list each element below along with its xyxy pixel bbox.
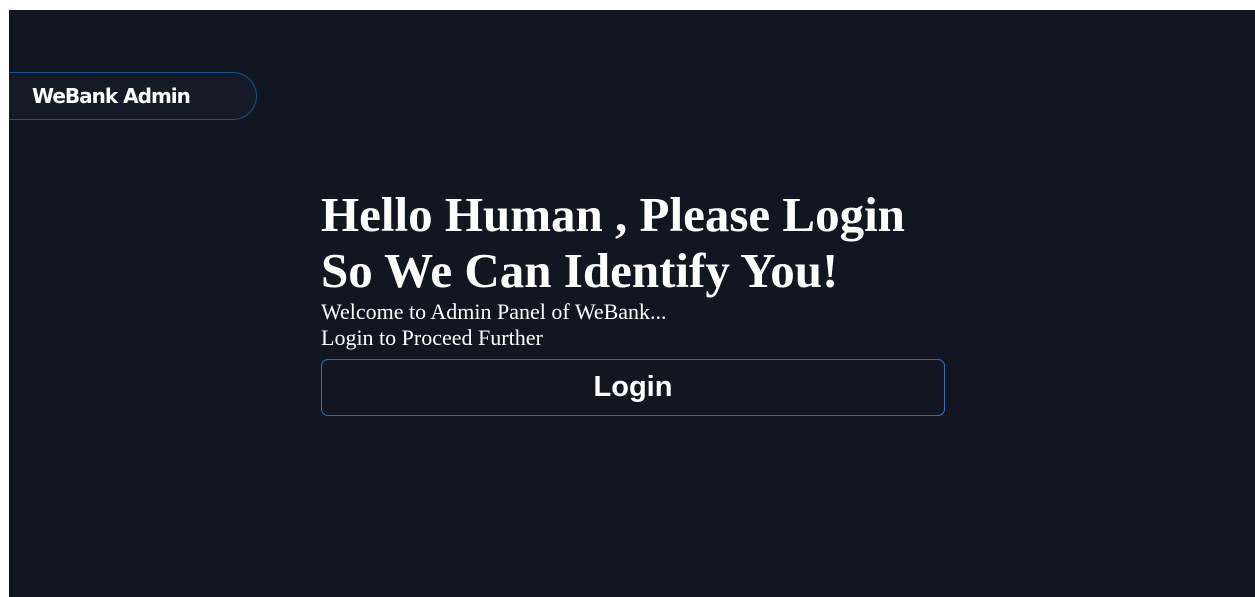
- headline-line-1: Hello Human , Please Login: [321, 187, 905, 242]
- login-panel: Hello Human , Please Login So We Can Ide…: [321, 187, 951, 416]
- instruction-text: Login to Proceed Further: [321, 325, 543, 350]
- brand-badge[interactable]: WeBank Admin: [9, 72, 257, 120]
- headline-line-2: So We Can Identify You!: [321, 243, 839, 298]
- page-frame: WeBank Admin Hello Human , Please Login …: [9, 10, 1255, 597]
- page-title: Hello Human , Please Login So We Can Ide…: [321, 187, 951, 299]
- brand-name: WeBank Admin: [32, 84, 191, 108]
- welcome-text: Welcome to Admin Panel of WeBank...: [321, 299, 667, 324]
- login-button[interactable]: Login: [321, 359, 945, 416]
